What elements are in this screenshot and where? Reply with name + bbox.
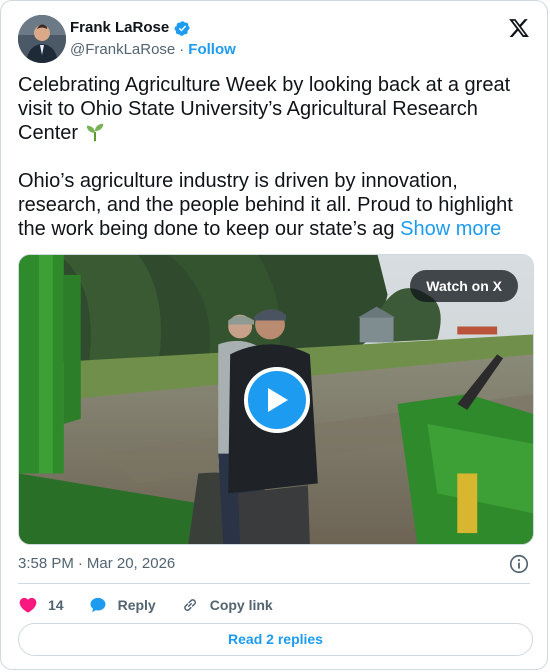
play-icon: [268, 388, 288, 412]
reply-button[interactable]: Reply: [88, 595, 156, 615]
read-replies-button[interactable]: Read 2 replies: [18, 623, 533, 656]
avatar[interactable]: [18, 15, 66, 63]
divider: [18, 583, 530, 584]
x-logo-icon[interactable]: [508, 17, 530, 39]
meta-separator: ·: [77, 555, 83, 572]
separator-dot: ·: [179, 41, 185, 58]
verified-badge-icon: [174, 20, 190, 36]
follow-button[interactable]: Follow: [188, 40, 236, 60]
like-button[interactable]: 14: [18, 595, 64, 615]
play-button[interactable]: [244, 367, 310, 433]
tweet-date[interactable]: Mar 20, 2026: [87, 554, 175, 574]
tweet-time[interactable]: 3:58 PM: [18, 554, 74, 574]
author-handle[interactable]: @FrankLaRose: [70, 40, 175, 60]
reply-bubble-icon: [90, 597, 106, 613]
video-player[interactable]: Watch on X: [18, 254, 534, 545]
info-icon[interactable]: [508, 553, 530, 575]
author-name[interactable]: Frank LaRose: [70, 18, 169, 38]
seedling-emoji-icon: [86, 123, 103, 142]
tweet-embed-card: Frank LaRose @FrankLaRose · Follow Celeb…: [0, 0, 548, 670]
reply-label: Reply: [117, 597, 156, 613]
link-icon: [183, 599, 196, 611]
action-bar: 14 Reply Copy link: [18, 593, 297, 617]
heart-icon: [19, 597, 37, 613]
copy-link-button[interactable]: Copy link: [180, 595, 273, 615]
show-more-link[interactable]: Show more: [400, 218, 501, 240]
copy-link-label: Copy link: [209, 597, 273, 613]
like-count: 14: [48, 597, 64, 613]
watch-on-x-button[interactable]: Watch on X: [410, 270, 518, 302]
tweet-text: Celebrating Agriculture Week by looking …: [18, 73, 538, 241]
